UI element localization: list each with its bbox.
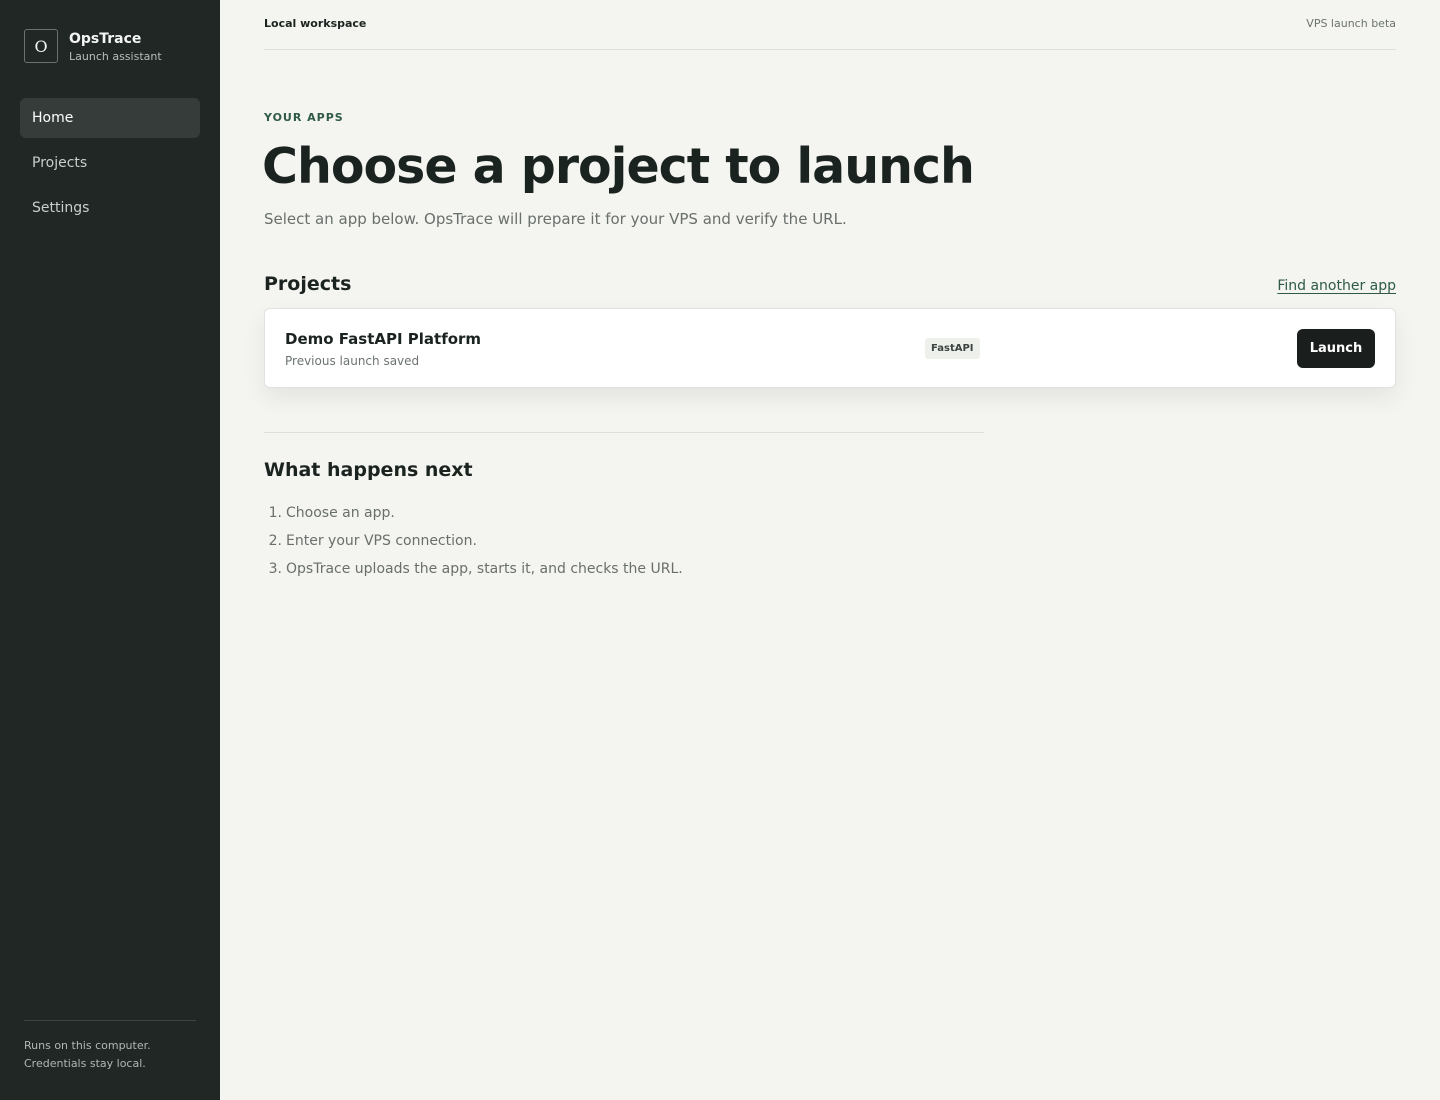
- step-number: 3.: [268, 561, 282, 577]
- step-number: 2.: [268, 533, 282, 549]
- next-steps-list: 1. Choose an app. 2. Enter your VPS connec…: [264, 499, 683, 583]
- brand-logo-icon: O: [24, 29, 58, 63]
- sidebar-nav: Home Projects Settings: [20, 98, 200, 233]
- sidebar: O OpsTrace Launch assistant Home Project…: [0, 0, 220, 1100]
- section-eyebrow: YOUR APPS: [264, 111, 344, 124]
- page-subtitle: Select an app below. OpsTrace will prepa…: [264, 210, 847, 228]
- find-another-app-link[interactable]: Find another app: [1277, 278, 1396, 294]
- projects-heading: Projects: [264, 273, 352, 295]
- list-item: 2. Enter your VPS connection.: [264, 527, 683, 555]
- brand-name: OpsTrace: [69, 31, 142, 47]
- project-name: Demo FastAPI Platform: [285, 330, 482, 348]
- brand-subtitle: Launch assistant: [69, 50, 162, 63]
- sidebar-footer: Runs on this computer. Credentials stay …: [24, 1020, 196, 1073]
- step-text: OpsTrace uploads the app, starts it, and…: [286, 561, 683, 577]
- project-card: Demo FastAPI Platform Previous launch sa…: [264, 308, 1396, 388]
- page-title: Choose a project to launch: [262, 138, 975, 195]
- sidebar-item-settings[interactable]: Settings: [20, 188, 200, 228]
- footer-line-1: Runs on this computer.: [24, 1039, 151, 1052]
- framework-badge: FastAPI: [925, 338, 980, 359]
- workspace-label: Local workspace: [264, 17, 367, 30]
- next-steps-heading: What happens next: [264, 459, 473, 481]
- brand-text: OpsTrace Launch assistant: [69, 30, 162, 64]
- brand: O OpsTrace Launch assistant: [24, 29, 162, 64]
- main-content: Local workspace VPS launch beta YOUR APP…: [220, 0, 1440, 1100]
- beta-status: VPS launch beta: [1306, 17, 1396, 30]
- project-status: Previous launch saved: [285, 354, 420, 368]
- list-item: 3. OpsTrace uploads the app, starts it, a…: [264, 555, 683, 583]
- launch-button[interactable]: Launch: [1297, 329, 1375, 368]
- topbar: Local workspace VPS launch beta: [264, 0, 1396, 50]
- step-text: Choose an app.: [286, 505, 395, 521]
- app-shell: O OpsTrace Launch assistant Home Project…: [0, 0, 1440, 1100]
- footer-line-2: Credentials stay local.: [24, 1057, 146, 1070]
- section-divider: [264, 432, 984, 433]
- sidebar-item-projects[interactable]: Projects: [20, 143, 200, 183]
- sidebar-item-home[interactable]: Home: [20, 98, 200, 138]
- step-text: Enter your VPS connection.: [286, 533, 477, 549]
- step-number: 1.: [268, 505, 282, 521]
- list-item: 1. Choose an app.: [264, 499, 683, 527]
